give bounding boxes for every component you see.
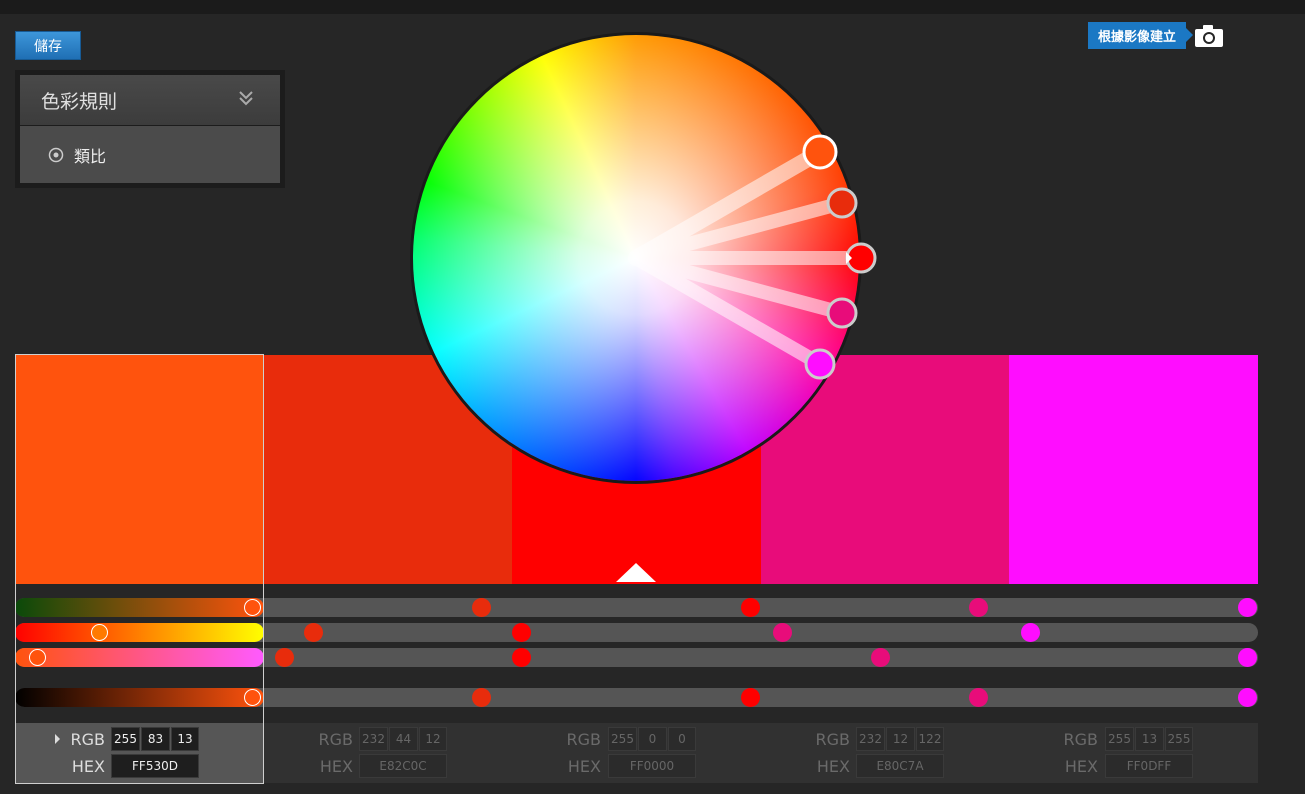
slider-dot	[969, 598, 988, 617]
rgb-b-field[interactable]: 12	[419, 727, 447, 751]
wheel-handle-base[interactable]	[802, 134, 838, 170]
wheel-handle[interactable]	[826, 187, 858, 219]
slider-knob[interactable]	[244, 689, 261, 706]
expand-caret-icon[interactable]	[55, 734, 60, 744]
base-color-marker	[616, 563, 656, 582]
slider-dot	[512, 648, 531, 667]
rgb-b-field[interactable]: 0	[668, 727, 696, 751]
slider-knob[interactable]	[244, 599, 261, 616]
slider-dot	[1238, 688, 1257, 707]
rgb-b-field[interactable]: 13	[171, 727, 199, 751]
hex-field[interactable]: E80C7A	[856, 754, 944, 778]
rgb-g-field[interactable]: 12	[886, 727, 915, 751]
wheel-handle[interactable]	[804, 348, 836, 380]
rgb-label: RGB	[815, 730, 851, 749]
active-slider[interactable]	[15, 688, 264, 707]
slider-dot	[741, 688, 760, 707]
wheel-handles	[628, 134, 877, 380]
slider-dot	[275, 648, 294, 667]
rgb-label: RGB	[1063, 730, 1099, 749]
rgb-b-field[interactable]: 255	[1165, 727, 1193, 751]
hex-field[interactable]: FF0000	[608, 754, 696, 778]
hex-label: HEX	[816, 757, 850, 776]
slider-dot	[472, 598, 491, 617]
rgb-r-field[interactable]: 255	[111, 727, 140, 751]
rgb-r-field[interactable]: 232	[856, 727, 885, 751]
hex-label: HEX	[71, 757, 105, 776]
slider-dot	[1021, 623, 1040, 642]
slider-dot	[512, 623, 531, 642]
slider-dot	[1238, 598, 1257, 617]
rgb-g-field[interactable]: 0	[638, 727, 667, 751]
slider-dot	[871, 648, 890, 667]
hex-field[interactable]: E82C0C	[359, 754, 447, 778]
active-slider[interactable]	[15, 648, 264, 667]
rgb-r-field[interactable]: 232	[359, 727, 388, 751]
rgb-g-field[interactable]: 83	[141, 727, 170, 751]
slider-dot	[1238, 648, 1257, 667]
slider-dot	[741, 598, 760, 617]
wheel-handle[interactable]	[826, 297, 858, 329]
rgb-r-field[interactable]: 255	[608, 727, 637, 751]
slider-dot	[304, 623, 323, 642]
hex-field[interactable]: FF0DFF	[1105, 754, 1193, 778]
active-slider[interactable]	[15, 598, 264, 617]
active-slider[interactable]	[15, 623, 264, 642]
slider-dot	[969, 688, 988, 707]
rgb-g-field[interactable]: 13	[1135, 727, 1164, 751]
hex-field[interactable]: FF530D	[111, 754, 199, 778]
slider-knob[interactable]	[29, 649, 46, 666]
hex-label: HEX	[1064, 757, 1098, 776]
rgb-r-field[interactable]: 255	[1105, 727, 1134, 751]
slider-dot	[773, 623, 792, 642]
rgb-label: RGB	[70, 730, 106, 749]
slider-dot	[472, 688, 491, 707]
rgb-b-field[interactable]: 122	[916, 727, 944, 751]
hex-label: HEX	[319, 757, 353, 776]
rgb-g-field[interactable]: 44	[389, 727, 418, 751]
hex-label: HEX	[567, 757, 601, 776]
rgb-label: RGB	[318, 730, 354, 749]
slider-knob[interactable]	[91, 624, 108, 641]
rgb-label: RGB	[566, 730, 602, 749]
